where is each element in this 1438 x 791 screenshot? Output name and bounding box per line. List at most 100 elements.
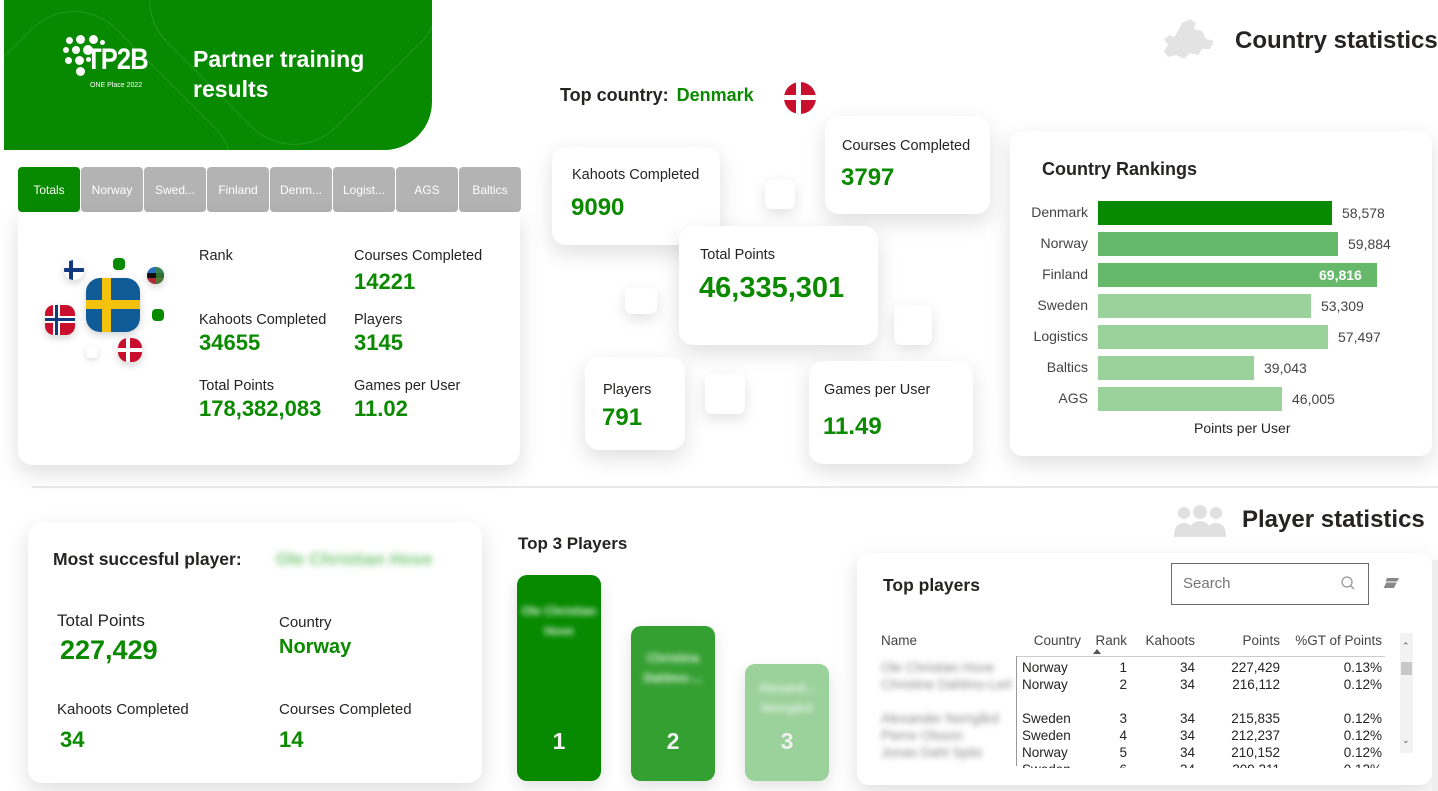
cell-pct-of-points: 0.12% [1343, 728, 1382, 743]
bar-value-label: 53,309 [1321, 298, 1364, 314]
cell-country: Sweden [1022, 762, 1092, 768]
podium-rank: 3 [780, 728, 794, 754]
most-successful-name: Ole Christian Hove [276, 549, 433, 569]
tab-ags[interactable]: AGS [396, 167, 458, 212]
podium-rank: 2 [666, 728, 680, 754]
decorative-dot [86, 346, 98, 358]
logo-subtitle: ONE Place 2022 [90, 82, 143, 89]
bar-category-label: Denmark [1031, 204, 1088, 220]
cell-kahoots: 34 [1135, 762, 1195, 768]
decorative-square [705, 374, 745, 414]
total-points-label: Total Points [700, 247, 775, 263]
cell-rank: 3 [1119, 711, 1127, 726]
tab-denmark[interactable]: Denm... [270, 167, 332, 212]
table-scrollbar[interactable]: ⌃ ⌄ [1400, 633, 1413, 753]
players-card: Players 791 [585, 357, 685, 450]
norway-flag-icon [45, 305, 75, 335]
scroll-up-icon[interactable]: ⌃ [1402, 641, 1410, 652]
cell-points: 216,112 [1232, 677, 1280, 692]
baltics-flag-icon [147, 267, 164, 284]
top-country-label: Top country: [560, 85, 669, 105]
users-group-icon [1172, 505, 1228, 537]
scrollbar-thumb[interactable] [1401, 662, 1412, 675]
bar-norway[interactable] [1098, 232, 1338, 256]
bar-category-label: AGS [1058, 390, 1088, 406]
cell-rank: 2 [1119, 677, 1127, 692]
cell-kahoots: 34 [1179, 745, 1195, 760]
decorative-square [625, 287, 657, 314]
podium-third[interactable]: Alexand... Norrgård 3 [745, 664, 829, 781]
total-points-card: Total Points 46,335,301 [679, 226, 878, 345]
most-successful-player-card: Most succesful player: Ole Christian Hov… [28, 522, 482, 783]
games-per-user-card: Games per User 11.49 [809, 361, 973, 464]
cell-rank: 6 [1087, 762, 1127, 768]
cell-kahoots: 34 [1179, 711, 1195, 726]
cell-points: 212,237 [1231, 728, 1280, 743]
podium-second[interactable]: Christina Dahlmo-... 2 [631, 626, 715, 781]
country-label: Country [279, 614, 332, 631]
bar-category-label: Finland [1042, 266, 1088, 282]
podium-rank: 1 [552, 728, 566, 754]
cell-points: 215,835 [1231, 711, 1280, 726]
bar-denmark[interactable] [1098, 201, 1332, 225]
denmark-flag-icon [118, 338, 142, 362]
section-divider [32, 486, 1438, 488]
bar-category-label: Norway [1040, 235, 1088, 251]
games-per-user-value: 11.02 [354, 396, 408, 421]
bar-ags[interactable] [1098, 387, 1282, 411]
bar-value-label: 59,884 [1348, 236, 1391, 252]
podium-player-name: Alexand... Norrgård [758, 681, 816, 715]
podium-first[interactable]: Ole Christian Hove 1 [517, 575, 601, 781]
most-successful-label: Most succesful player: [53, 549, 242, 569]
cell-rank: 1 [1119, 660, 1127, 675]
podium-player-name: Christina Dahlmo-... [643, 651, 702, 685]
tp2b-logo: TP2B ONE Place 2022 [62, 33, 172, 95]
country-rankings-chart: Denmark 58,578 Norway 59,884 Finland 69,816 Sw… [1020, 201, 1420, 411]
tab-finland[interactable]: Finland [207, 167, 269, 212]
finland-flag-icon [64, 260, 84, 280]
x-axis-label: Points per User [1194, 420, 1291, 436]
bar-sweden[interactable] [1098, 294, 1311, 318]
courses-completed-label: Courses Completed [354, 248, 483, 264]
total-points-label: Total Points [199, 378, 274, 394]
scroll-down-icon[interactable]: ⌄ [1402, 735, 1410, 746]
kahoots-completed-label: Kahoots Completed [57, 701, 189, 718]
courses-completed-value: 14221 [354, 269, 416, 294]
total-points-value: 178,382,083 [199, 396, 322, 421]
cell-kahoots: 34 [1179, 660, 1195, 675]
games-per-user-label: Games per User [824, 382, 931, 398]
bar-category-label: Logistics [1033, 328, 1088, 344]
tab-sweden[interactable]: Swed... [144, 167, 206, 212]
cell-name: Alexander Norrgård [881, 711, 999, 726]
tab-totals[interactable]: Totals [18, 167, 80, 212]
top-players-card: Top players Name Country Rank Kahoots Po… [857, 553, 1432, 785]
cell-pct-of-points: 0.12% [1282, 762, 1382, 768]
bar-category-label: Sweden [1037, 297, 1088, 313]
courses-completed-card: Courses Completed 3797 [825, 116, 990, 214]
cell-rank: 5 [1119, 745, 1127, 760]
courses-completed-value: 14 [279, 727, 304, 752]
cell-pct-of-points: 0.13% [1343, 660, 1382, 675]
cell-points: 210,152 [1231, 745, 1280, 760]
bar-logistics[interactable] [1098, 325, 1328, 349]
kahoots-completed-value: 34655 [199, 330, 261, 355]
tab-baltics[interactable]: Baltics [459, 167, 521, 212]
cell-name: ... [881, 762, 1011, 768]
tab-logistics[interactable]: Logist... [333, 167, 395, 212]
top3-title: Top 3 Players [518, 534, 628, 553]
sweden-flag-icon [86, 278, 140, 332]
kahoots-completed-label: Kahoots Completed [572, 167, 700, 183]
bar-baltics[interactable] [1098, 356, 1254, 380]
podium-player-name: Ole Christian Hove [521, 604, 597, 638]
decorative-square [765, 179, 795, 209]
cell-country: Sweden [1022, 711, 1071, 726]
tab-norway[interactable]: Norway [81, 167, 143, 212]
total-points-value: 46,335,301 [699, 272, 845, 304]
decorative-dot [113, 258, 125, 270]
page-scrollbar[interactable] [1432, 560, 1438, 791]
page-title: Partner training results [193, 46, 365, 102]
rank-label: Rank [199, 248, 233, 264]
cell-pct-of-points: 0.12% [1343, 711, 1382, 726]
bar-value-label: 69,816 [1319, 267, 1362, 283]
cell-points: 227,429 [1231, 660, 1280, 675]
